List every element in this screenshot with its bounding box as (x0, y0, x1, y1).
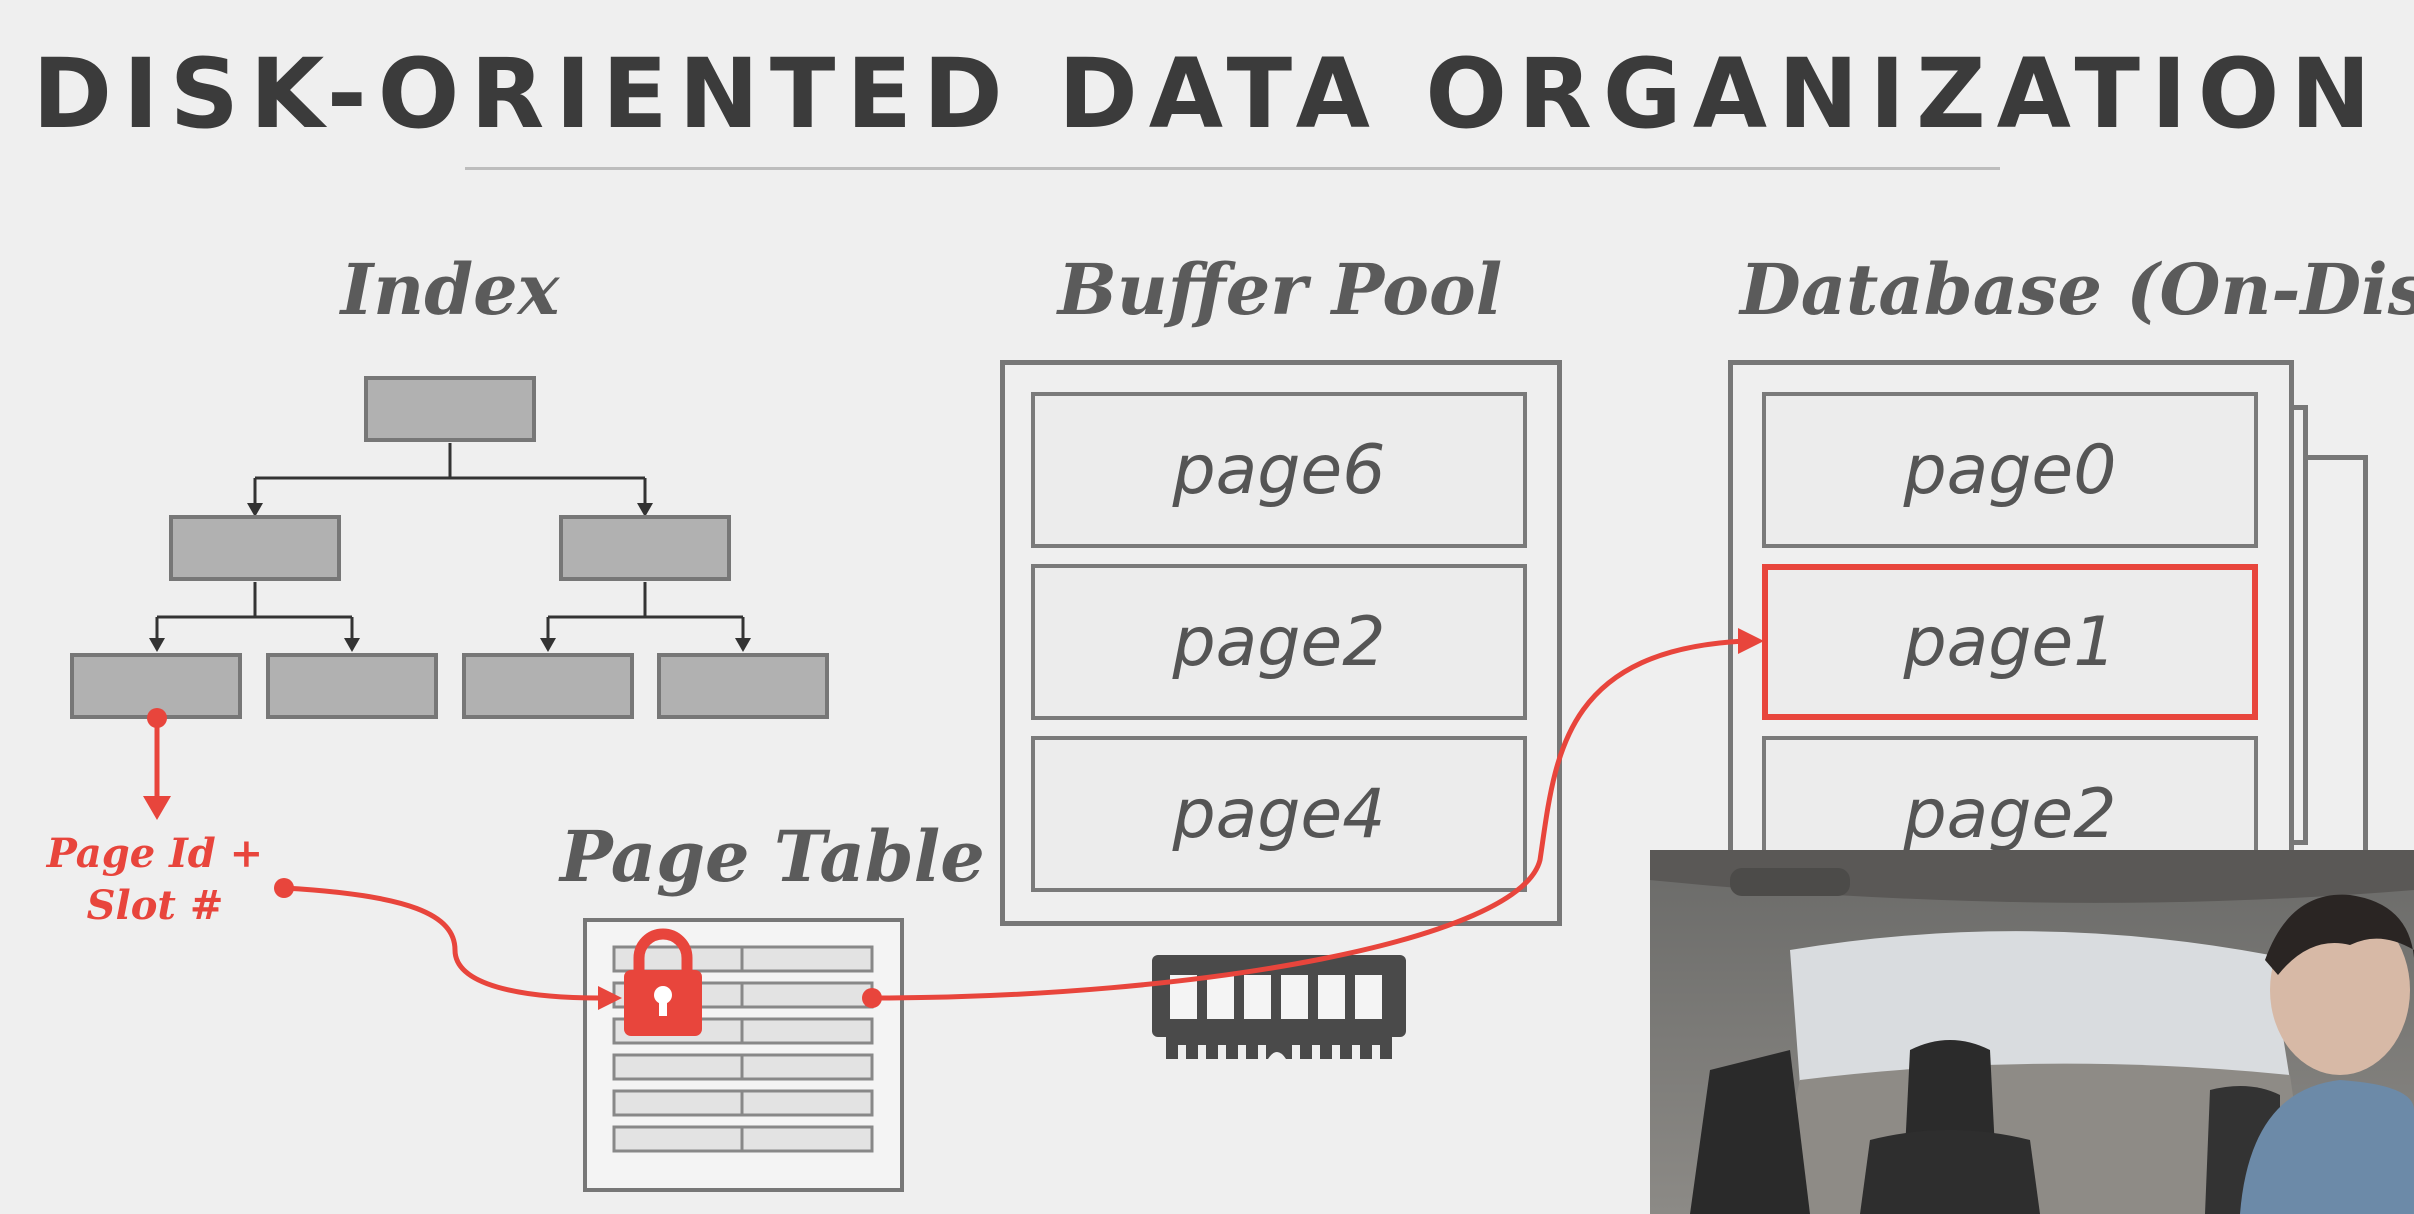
arrow-head (143, 796, 171, 820)
page-table-row-value (740, 1089, 874, 1117)
red-arrows (154, 638, 1746, 1001)
page-table-row-value (740, 945, 874, 973)
page-table-row-key (612, 1089, 744, 1117)
page-table-row-value (740, 981, 874, 1009)
page-table-row-value (740, 1125, 874, 1153)
page-table-row-key (612, 1125, 744, 1153)
page-table-to-disk-arrow (871, 638, 1746, 1001)
page-table-row-value (740, 1053, 874, 1081)
label-to-page-table-arrow (283, 885, 601, 1001)
page-table-row-key (612, 945, 744, 973)
memory-chip-icon (1152, 955, 1406, 1059)
page-table-row-key (612, 1053, 744, 1081)
slide: DISK-ORIENTED DATA ORGANIZATION Index Bu… (0, 0, 2414, 1214)
page-table (583, 918, 904, 1192)
arrow-head (1738, 628, 1764, 654)
webcam-video (1650, 850, 2414, 1214)
page-table-row-value (740, 1017, 874, 1045)
